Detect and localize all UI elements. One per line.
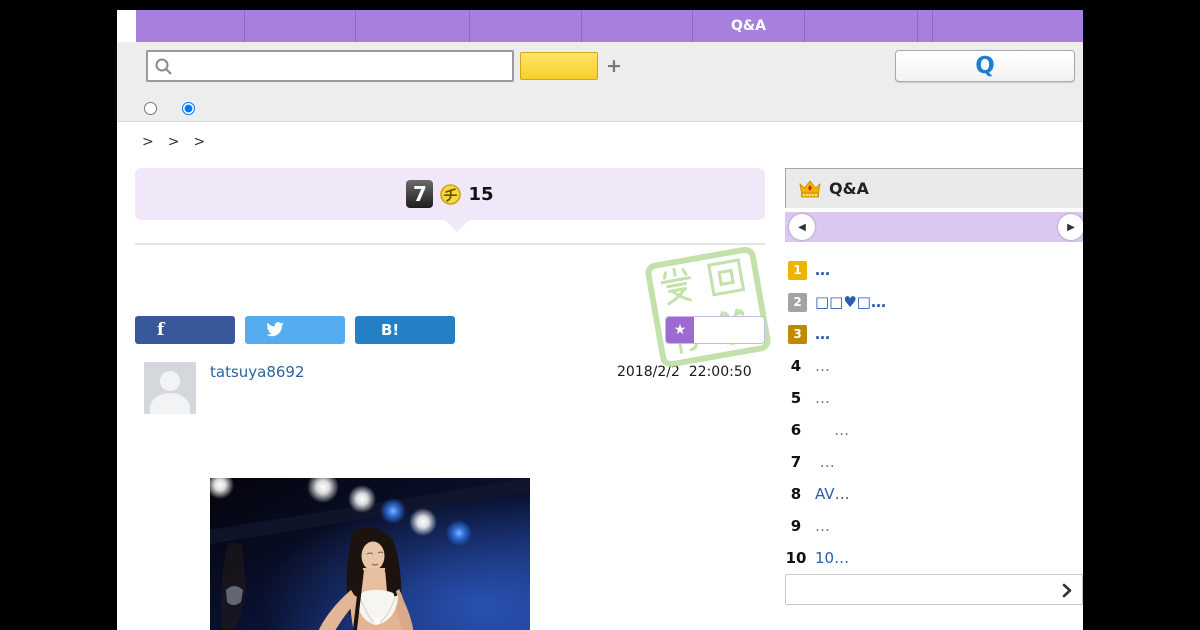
- nav-tab-1[interactable]: [136, 10, 245, 42]
- search-header: + Q: [117, 42, 1083, 122]
- nav-tab-3[interactable]: [356, 10, 470, 42]
- ranking-link[interactable]: …: [815, 261, 830, 279]
- rank-badge-bronze: 3: [788, 324, 807, 344]
- facebook-share-button[interactable]: f: [135, 316, 235, 344]
- ranking-item-3: 3 …: [785, 318, 1083, 350]
- question-status-banner: 7 15: [135, 168, 765, 220]
- ranking-item-8: 8 AV…: [785, 478, 1083, 510]
- rank-number: 9: [790, 517, 802, 535]
- rank-number: 10: [785, 549, 807, 567]
- ranking-link[interactable]: …: [815, 325, 830, 343]
- ranking-link[interactable]: □□♥□…: [815, 293, 886, 311]
- rank-number: 5: [790, 389, 802, 407]
- rank-number: 4: [790, 357, 802, 375]
- ranking-item-1: 1 …: [785, 254, 1083, 286]
- ranking-link[interactable]: AV…: [815, 485, 850, 503]
- search-icon: [155, 58, 172, 75]
- search-scope-radios: [144, 102, 195, 115]
- search-scope-radio-1[interactable]: [144, 102, 157, 115]
- chevron-right-icon: [1062, 583, 1072, 598]
- favorite-widget[interactable]: ★: [665, 316, 765, 344]
- rank-number: 8: [790, 485, 802, 503]
- carousel-prev-button[interactable]: ◀: [789, 214, 815, 240]
- coin-icon: [440, 183, 462, 205]
- ranking-item-2: 2 □□♥□…: [785, 286, 1083, 318]
- qa-ranking-sidebar: Q&A ◀ ▶ 1 … 2 □□♥□… 3 … 4 … 5 … 6 … 7 … …: [785, 168, 1083, 608]
- sidebar-header: Q&A: [785, 168, 1083, 208]
- carousel-next-button[interactable]: ▶: [1058, 214, 1083, 240]
- ranking-link[interactable]: …: [815, 453, 835, 471]
- question-photo: [210, 478, 530, 630]
- main-navigation: Q&A: [136, 10, 1083, 42]
- ranking-item-9: 9 …: [785, 510, 1083, 542]
- rank-badge-silver: 2: [788, 292, 807, 312]
- nav-tab-5[interactable]: [582, 10, 693, 42]
- breadcrumb: > > >: [142, 134, 219, 150]
- avatar-silhouette: [160, 371, 180, 391]
- nav-tab-8[interactable]: [918, 10, 933, 42]
- nav-tab-7[interactable]: [805, 10, 918, 42]
- breadcrumb-separator: >: [167, 134, 181, 150]
- answer-count-badge: 7: [406, 180, 434, 208]
- rank-badge-gold: 1: [788, 260, 807, 280]
- advanced-search-plus-icon[interactable]: +: [606, 55, 622, 77]
- twitter-share-button[interactable]: [245, 316, 345, 344]
- hatena-share-button[interactable]: B!: [355, 316, 455, 344]
- section-divider: [135, 243, 765, 245]
- search-scope-radio-2[interactable]: [182, 102, 195, 115]
- ranking-link[interactable]: …: [815, 517, 830, 535]
- ranking-item-7: 7 …: [785, 446, 1083, 478]
- facebook-icon: f: [157, 320, 165, 340]
- nav-tab-qa[interactable]: Q&A: [693, 10, 805, 42]
- star-icon[interactable]: ★: [666, 317, 694, 343]
- search-submit-button[interactable]: [520, 52, 598, 80]
- nav-tab-2[interactable]: [245, 10, 356, 42]
- coin-count: 15: [468, 183, 494, 205]
- ranking-item-6: 6 …: [785, 414, 1083, 446]
- sidebar-title: Q&A: [829, 179, 869, 198]
- banner-pointer: [445, 220, 469, 232]
- breadcrumb-separator: >: [142, 134, 155, 150]
- top-black-strip: [117, 0, 1083, 10]
- answer-accepting-stamp-icon: [645, 246, 771, 368]
- category-carousel: ◀ ▶: [785, 212, 1083, 242]
- ranking-list: 1 … 2 □□♥□… 3 … 4 … 5 … 6 … 7 … 8 AV… 9 …: [785, 254, 1083, 574]
- search-input[interactable]: [178, 52, 508, 80]
- crown-icon: [799, 180, 821, 198]
- ranking-link[interactable]: …: [815, 389, 830, 407]
- username-link[interactable]: tatsuya8692: [210, 363, 305, 381]
- ranking-item-5: 5 …: [785, 382, 1083, 414]
- ranking-item-4: 4 …: [785, 350, 1083, 382]
- user-avatar[interactable]: [144, 362, 196, 414]
- content-area: Q&A + Q > > > 7 15 f B! ★ tatsuya8692 20…: [117, 0, 1083, 630]
- q-logo-button[interactable]: Q: [895, 50, 1075, 82]
- nav-tab-9[interactable]: [933, 10, 1083, 42]
- search-box: [146, 50, 514, 82]
- breadcrumb-separator: >: [193, 134, 207, 150]
- nav-tab-4[interactable]: [470, 10, 582, 42]
- ranking-more-button[interactable]: [785, 574, 1083, 605]
- twitter-bird-icon: [266, 322, 284, 337]
- ranking-link[interactable]: …: [815, 357, 830, 375]
- rank-number: 7: [790, 453, 802, 471]
- page: Q&A + Q > > > 7 15 f B! ★ tatsuya8692 20…: [0, 0, 1200, 630]
- favorite-count-box: [694, 317, 764, 343]
- post-datetime: 2018/2/2 22:00:50: [617, 364, 752, 380]
- ranking-link[interactable]: 10…: [815, 549, 849, 567]
- ranking-item-10: 10 10…: [785, 542, 1083, 574]
- hatena-icon: B!: [381, 321, 400, 339]
- ranking-link[interactable]: …: [815, 421, 849, 439]
- rank-number: 6: [790, 421, 802, 439]
